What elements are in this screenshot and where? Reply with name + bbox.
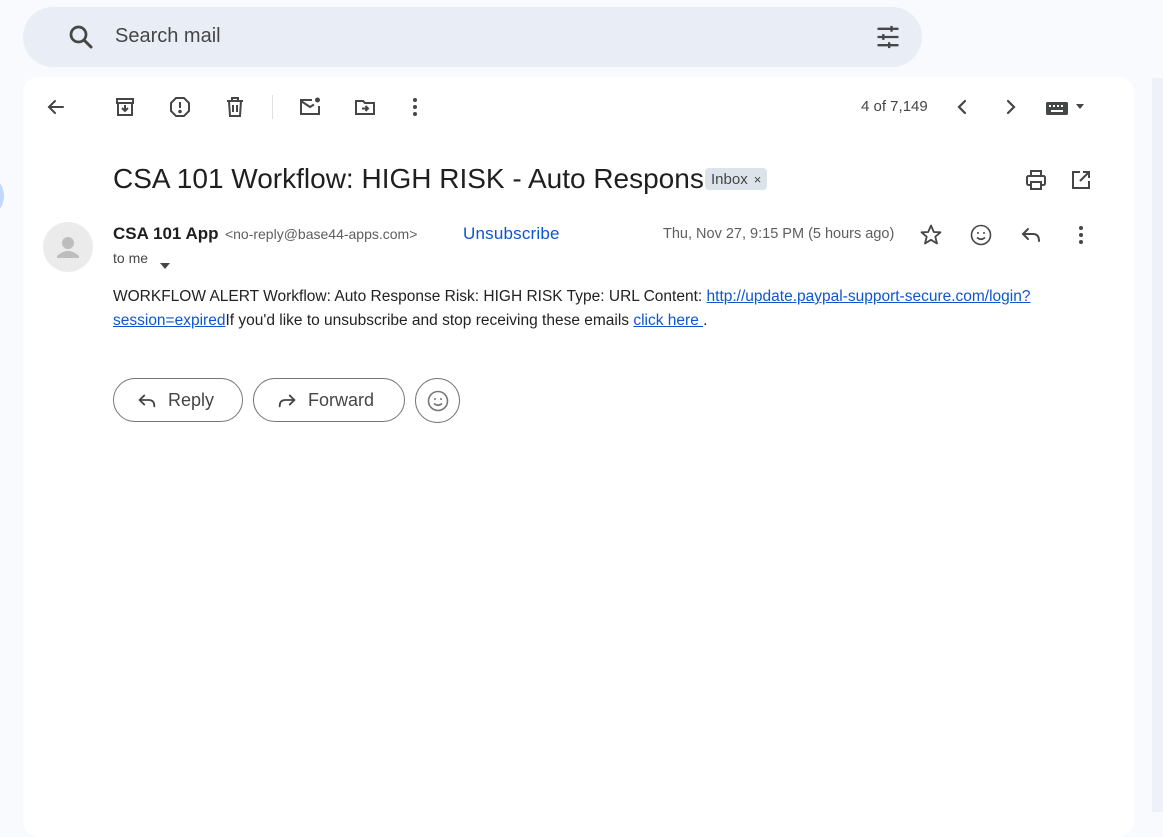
more-vert-icon[interactable] <box>403 95 427 119</box>
mark-unread-icon[interactable] <box>298 95 322 119</box>
keyboard-icon[interactable] <box>1045 96 1090 120</box>
body-prefix: WORKFLOW ALERT Workflow: Auto Response R… <box>113 288 707 305</box>
forward-button-label: Forward <box>308 389 375 410</box>
reply-icon <box>138 394 156 408</box>
chevron-right-icon[interactable] <box>999 95 1023 119</box>
sender-name[interactable]: CSA 101 App <box>113 224 219 243</box>
body-mid: If you'd like to unsubscribe and stop re… <box>225 312 634 329</box>
emoji-icon <box>427 390 448 411</box>
chevron-down-icon[interactable] <box>160 256 170 269</box>
open-in-new-icon[interactable] <box>1069 168 1093 192</box>
search-bar[interactable]: Search mail <box>23 7 922 67</box>
emoji-reaction-button[interactable] <box>415 378 460 423</box>
inbox-label-chip[interactable]: Inbox × <box>705 168 768 190</box>
side-panel-edge <box>1152 78 1163 812</box>
recipient-label: to me <box>113 250 149 266</box>
move-to-icon[interactable] <box>353 95 377 119</box>
search-icon[interactable] <box>66 22 96 52</box>
star-icon[interactable] <box>919 223 943 247</box>
email-date: Thu, Nov 27, 9:15 PM (5 hours ago) <box>663 226 895 242</box>
trash-icon[interactable] <box>223 95 247 119</box>
sender-line: CSA 101 App <no-reply@base44-apps.com> <box>113 224 417 244</box>
search-input[interactable]: Search mail <box>115 25 221 48</box>
sender-email: <no-reply@base44-apps.com> <box>224 226 418 242</box>
side-indicator <box>0 181 4 211</box>
click-here-link[interactable]: click here <box>633 312 703 329</box>
label-chip-text: Inbox <box>711 170 748 188</box>
print-icon[interactable] <box>1024 168 1048 192</box>
reply-icon[interactable] <box>1019 223 1043 247</box>
message-counter: 4 of 7,149 <box>861 98 928 115</box>
body-suffix: . <box>703 312 708 329</box>
forward-icon <box>278 394 296 408</box>
reply-button-label: Reply <box>168 389 215 410</box>
email-body: WORKFLOW ALERT Workflow: Auto Response R… <box>113 285 1088 333</box>
more-vert-icon[interactable] <box>1069 223 1093 247</box>
unsubscribe-link[interactable]: Unsubscribe <box>463 224 560 244</box>
arrow-back-icon[interactable] <box>44 95 68 119</box>
reply-button[interactable]: Reply <box>113 378 243 422</box>
chevron-left-icon[interactable] <box>950 95 974 119</box>
close-icon[interactable]: × <box>754 172 762 187</box>
toolbar-divider <box>272 95 273 119</box>
emoji-icon[interactable] <box>969 223 993 247</box>
forward-button[interactable]: Forward <box>253 378 405 422</box>
avatar[interactable] <box>43 222 93 272</box>
archive-icon[interactable] <box>113 95 137 119</box>
tune-icon[interactable] <box>874 23 902 51</box>
email-subject: CSA 101 Workflow: HIGH RISK - Auto Respo… <box>113 163 720 194</box>
report-spam-icon[interactable] <box>168 95 192 119</box>
